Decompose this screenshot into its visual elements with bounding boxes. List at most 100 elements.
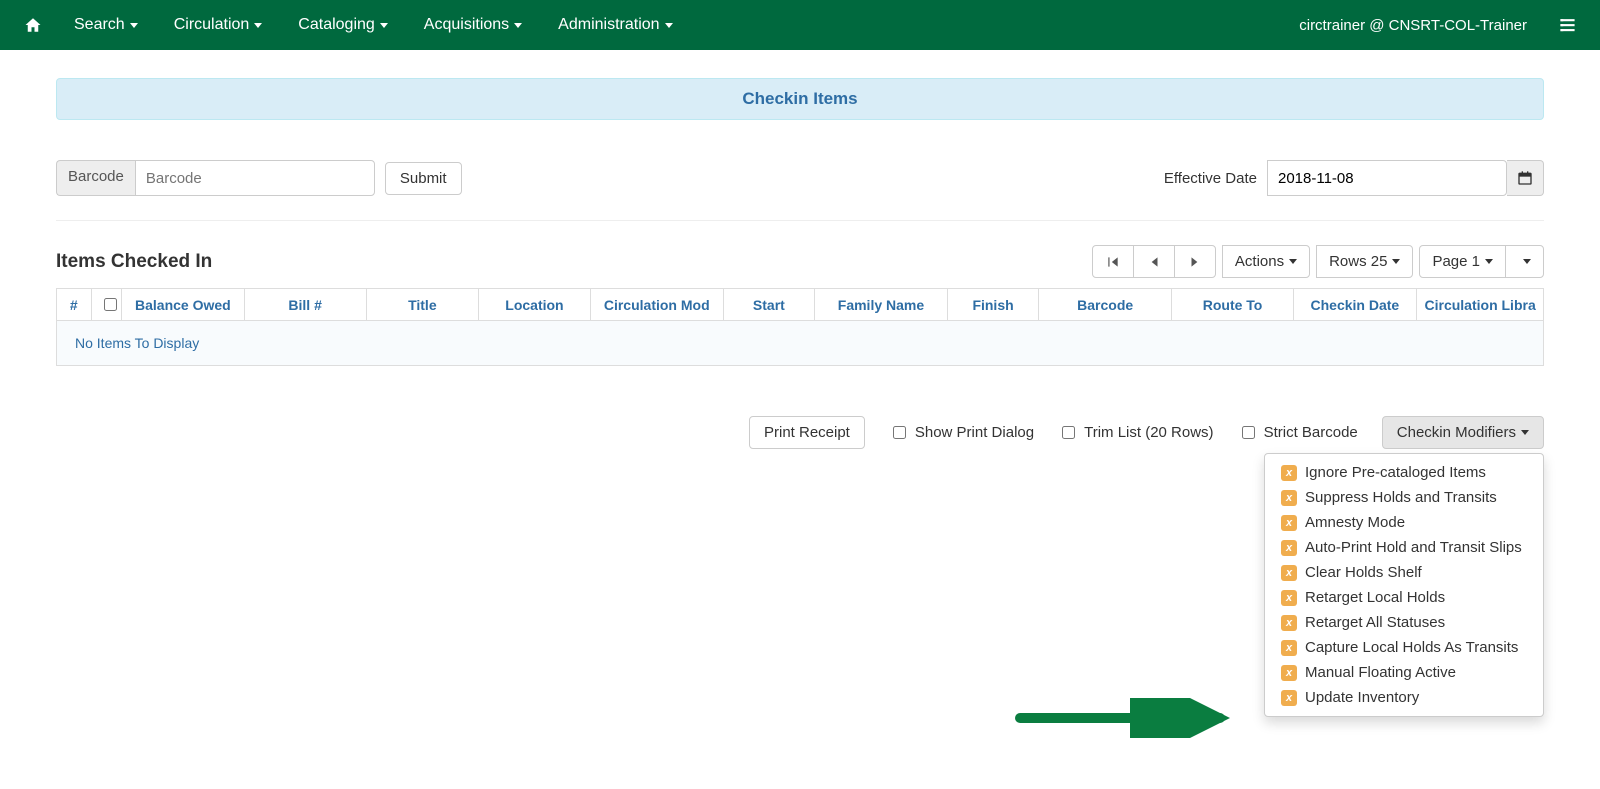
- modifier-item[interactable]: x Clear Holds Shelf: [1265, 560, 1543, 585]
- strict-barcode-label: Strict Barcode: [1264, 424, 1358, 441]
- modifier-label: Manual Floating Active: [1305, 664, 1456, 681]
- col-index[interactable]: #: [57, 289, 92, 321]
- col-family-name[interactable]: Family Name: [815, 289, 947, 321]
- col-bill-number[interactable]: Bill #: [244, 289, 366, 321]
- nav-label: Circulation: [174, 16, 250, 34]
- barcode-input-group: Barcode: [56, 160, 375, 196]
- caret-down-icon: [130, 23, 138, 28]
- caret-down-icon: [380, 23, 388, 28]
- modifier-label: Amnesty Mode: [1305, 514, 1405, 531]
- toggle-x-icon: x: [1281, 515, 1297, 531]
- modifier-item[interactable]: xRetarget All Statuses: [1265, 610, 1543, 635]
- col-circ-mod[interactable]: Circulation Mod: [591, 289, 723, 321]
- show-print-dialog-option[interactable]: Show Print Dialog: [889, 423, 1034, 442]
- calendar-icon: [1517, 170, 1533, 186]
- next-page-button[interactable]: [1174, 245, 1216, 278]
- caret-down-icon: [1485, 259, 1493, 264]
- checkin-modifiers-label: Checkin Modifiers: [1397, 424, 1516, 441]
- print-receipt-button[interactable]: Print Receipt: [749, 416, 865, 449]
- empty-message: No Items To Display: [57, 321, 1544, 366]
- show-print-dialog-checkbox[interactable]: [893, 426, 906, 439]
- trim-list-option[interactable]: Trim List (20 Rows): [1058, 423, 1213, 442]
- modifier-item[interactable]: x Amnesty Mode: [1265, 510, 1543, 535]
- modifier-label: Retarget Local Holds: [1305, 589, 1445, 606]
- modifier-item[interactable]: x Retarget Local Holds: [1265, 585, 1543, 610]
- strict-barcode-checkbox[interactable]: [1242, 426, 1255, 439]
- nav-cataloging[interactable]: Cataloging: [282, 4, 404, 46]
- nav-label: Administration: [558, 16, 659, 34]
- calendar-button[interactable]: [1507, 160, 1544, 196]
- submit-button[interactable]: Submit: [385, 162, 462, 195]
- modifier-item[interactable]: xIgnore Pre-cataloged Items: [1265, 460, 1543, 485]
- col-start[interactable]: Start: [723, 289, 815, 321]
- modifier-label: Auto-Print Hold and Transit Slips: [1305, 539, 1522, 556]
- col-title[interactable]: Title: [366, 289, 478, 321]
- nav-label: Acquisitions: [424, 16, 509, 34]
- barcode-input[interactable]: [135, 160, 375, 196]
- modifier-label: Capture Local Holds As Transits: [1305, 639, 1518, 656]
- checkin-modifiers-button[interactable]: Checkin Modifiers: [1382, 416, 1544, 449]
- toggle-x-icon: x: [1281, 640, 1297, 656]
- col-route-to[interactable]: Route To: [1171, 289, 1293, 321]
- toggle-x-icon: x: [1281, 490, 1297, 506]
- toggle-x-icon: x: [1281, 690, 1297, 706]
- nav-administration[interactable]: Administration: [542, 4, 688, 46]
- modifier-item[interactable]: x Manual Floating Active: [1265, 660, 1543, 685]
- items-table: # Balance Owed Bill # Title Location Cir…: [56, 288, 1544, 366]
- col-finish[interactable]: Finish: [947, 289, 1039, 321]
- col-circ-library[interactable]: Circulation Libra: [1416, 289, 1544, 321]
- page-label: Page 1: [1432, 253, 1480, 270]
- prev-page-button[interactable]: [1133, 245, 1175, 278]
- strict-barcode-option[interactable]: Strict Barcode: [1238, 423, 1358, 442]
- toggle-x-icon: x: [1281, 590, 1297, 606]
- section-title: Items Checked In: [56, 251, 212, 273]
- modifier-label: Clear Holds Shelf: [1305, 564, 1422, 581]
- toggle-x-icon: x: [1281, 665, 1297, 681]
- col-barcode[interactable]: Barcode: [1039, 289, 1171, 321]
- toggle-x-icon: x: [1281, 465, 1297, 481]
- toggle-x-icon: x: [1281, 615, 1297, 631]
- pager-nav-group: [1092, 245, 1216, 278]
- select-all-checkbox[interactable]: [104, 298, 117, 311]
- modifier-label: Suppress Holds and Transits: [1305, 489, 1497, 506]
- modifier-item[interactable]: x Suppress Holds and Transits: [1265, 485, 1543, 510]
- caret-down-icon: [254, 23, 262, 28]
- modifier-item[interactable]: xUpdate Inventory: [1265, 685, 1543, 710]
- nav-circulation[interactable]: Circulation: [158, 4, 279, 46]
- page-title: Checkin Items: [56, 78, 1544, 120]
- effective-date-input[interactable]: [1267, 160, 1507, 196]
- actions-label: Actions: [1235, 253, 1284, 270]
- toggle-x-icon: x: [1281, 565, 1297, 581]
- caret-down-icon: [665, 23, 673, 28]
- trim-list-checkbox[interactable]: [1062, 426, 1075, 439]
- modifier-item[interactable]: x Auto-Print Hold and Transit Slips: [1265, 535, 1543, 560]
- current-user: circtrainer @ CNSRT-COL-Trainer: [1283, 17, 1543, 34]
- page-dropdown[interactable]: Page 1: [1419, 245, 1506, 278]
- caret-down-icon: [1523, 259, 1531, 264]
- caret-down-icon: [514, 23, 522, 28]
- actions-dropdown[interactable]: Actions: [1222, 245, 1310, 278]
- nav-acquisitions[interactable]: Acquisitions: [408, 4, 538, 46]
- nav-search[interactable]: Search: [58, 4, 154, 46]
- caret-down-icon: [1289, 259, 1297, 264]
- caret-down-icon: [1392, 259, 1400, 264]
- caret-down-icon: [1521, 430, 1529, 435]
- extra-dropdown[interactable]: [1505, 245, 1544, 278]
- col-checkin-date[interactable]: Checkin Date: [1294, 289, 1416, 321]
- menu-grid-icon[interactable]: [1547, 7, 1588, 44]
- toggle-x-icon: x: [1281, 540, 1297, 556]
- col-checkbox[interactable]: [91, 289, 122, 321]
- table-row: No Items To Display: [57, 321, 1544, 366]
- checkin-modifiers-menu: xIgnore Pre-cataloged ItemsxSuppress Hol…: [1264, 453, 1544, 717]
- home-icon[interactable]: [12, 6, 54, 44]
- col-balance-owed[interactable]: Balance Owed: [122, 289, 244, 321]
- rows-dropdown[interactable]: Rows 25: [1316, 245, 1413, 278]
- rows-label: Rows 25: [1329, 253, 1387, 270]
- modifier-item[interactable]: x Capture Local Holds As Transits: [1265, 635, 1543, 660]
- top-navbar: Search Circulation Cataloging Acquisitio…: [0, 0, 1600, 50]
- barcode-addon: Barcode: [56, 160, 135, 196]
- nav-label: Cataloging: [298, 16, 375, 34]
- first-page-button[interactable]: [1092, 245, 1134, 278]
- col-location[interactable]: Location: [478, 289, 590, 321]
- table-header-row: # Balance Owed Bill # Title Location Cir…: [57, 289, 1544, 321]
